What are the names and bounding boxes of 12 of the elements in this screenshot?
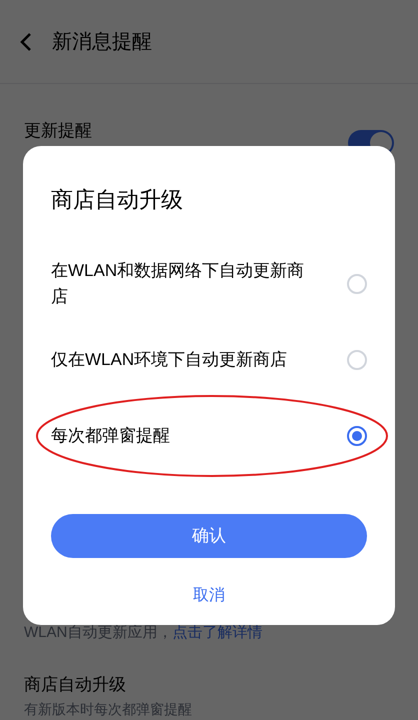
dialog-title: 商店自动升级 [51, 186, 184, 214]
setting-note: WLAN自动更新应用， [24, 624, 172, 641]
back-icon[interactable] [20, 32, 32, 52]
option-label[interactable]: 仅在WLAN环境下自动更新商店 [51, 347, 311, 373]
page-title: 新消息提醒 [52, 30, 152, 54]
cancel-button[interactable]: 取消 [51, 574, 367, 618]
confirm-button[interactable]: 确认 [51, 514, 367, 558]
setting-subtitle: 有新版本时每次都弹窗提醒 [24, 700, 193, 718]
setting-title: 更新提醒 [24, 120, 92, 142]
option-label[interactable]: 在WLAN和数据网络下自动更新商店 [51, 258, 311, 310]
setting-title: 商店自动升级 [24, 674, 127, 696]
radio-button[interactable] [347, 426, 367, 446]
